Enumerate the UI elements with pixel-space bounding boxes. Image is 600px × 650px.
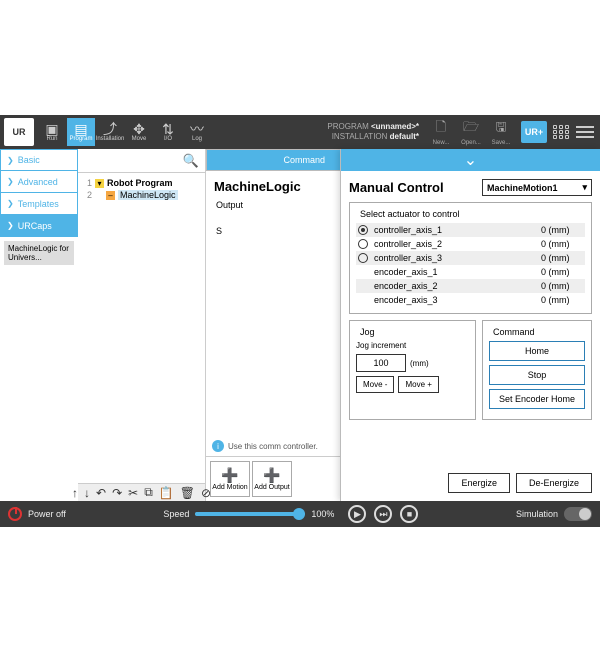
node-icon: – [106,191,115,200]
jog-increment-input[interactable]: 100 [356,354,406,372]
chevron-down-icon: ⌄ [464,150,477,170]
actuator-row: encoder_axis_10 (mm) [356,265,585,279]
simulation-toggle[interactable] [564,507,592,521]
de-energize-button[interactable]: De-Energize [516,473,592,493]
stop-button[interactable]: Stop [489,365,585,385]
actuator-row[interactable]: controller_axis_30 (mm) [356,251,585,265]
power-label: Power off [28,509,66,519]
sidebar-templates[interactable]: ❯Templates [0,193,78,215]
radio-icon[interactable] [358,253,368,263]
program-info: PROGRAM <unnamed>* INSTALLATION default* [327,122,419,143]
chevron-down-icon: ❯ [7,221,14,230]
paste-icon[interactable]: 📋 [159,486,174,500]
command-fieldset: Command Home Stop Set Encoder Home [482,320,592,420]
move-down-icon[interactable]: ↓ [84,486,90,500]
speed-label: Speed [163,509,189,519]
sidebar-basic[interactable]: ❯Basic [0,149,78,171]
copy-icon[interactable]: ⧉ [144,485,153,500]
sidebar-advanced[interactable]: ❯Advanced [0,171,78,193]
chevron-right-icon: ❯ [7,199,14,208]
file-new[interactable]: 🗋New... [431,119,451,145]
info-icon: i [212,440,224,452]
actuator-row: encoder_axis_30 (mm) [356,293,585,307]
nav-io[interactable]: ⇅I/O [154,118,182,146]
chevron-right-icon: ❯ [7,156,14,165]
file-open[interactable]: 🗁Open... [461,119,481,145]
urcap-machinelogic[interactable]: MachineLogic for Univers... [4,241,74,265]
jog-fieldset: Jog Jog increment 100(mm) Move - Move + [349,320,476,420]
undo-icon[interactable]: ↶ [96,486,106,500]
manual-control-panel: ⌄ Manual Control MachineMotion1▾ Select … [340,149,600,501]
set-encoder-home-button[interactable]: Set Encoder Home [489,389,585,409]
machine-select[interactable]: MachineMotion1▾ [482,179,592,196]
move-up-icon[interactable]: ↑ [72,486,78,500]
add-motion-button[interactable]: ➕Add Motion [210,461,250,497]
tree-row-node[interactable]: 2–MachineLogic [82,189,201,201]
redo-icon[interactable]: ↷ [112,486,122,500]
step-button[interactable]: ⏭ [374,505,392,523]
program-tree: 🔍 1▾Robot Program 2–MachineLogic ↑ ↓ ↶ ↷… [78,149,206,501]
footer-bar: Power off Speed 100% ▶ ⏭ ■ Simulation [0,501,600,527]
play-button[interactable]: ▶ [348,505,366,523]
nav-program[interactable]: ▤Program [67,118,95,146]
cut-icon[interactable]: ✂ [128,486,138,500]
home-button[interactable]: Home [489,341,585,361]
panel-collapse[interactable]: ⌄ [341,149,600,171]
energize-button[interactable]: Energize [448,473,510,493]
sidebar-urcaps[interactable]: ❯URCaps [0,215,78,237]
actuator-fieldset: Select actuator to control controller_ax… [349,202,592,314]
tree-toolbar: ↑ ↓ ↶ ↷ ✂ ⧉ 📋 🗑 ⊘ [78,483,205,501]
sidebar: ❯Basic ❯Advanced ❯Templates ❯URCaps Mach… [0,149,78,501]
stop-run-button[interactable]: ■ [400,505,418,523]
actuator-row: encoder_axis_20 (mm) [356,279,585,293]
nav-installation[interactable]: ⤴Installation [96,118,124,146]
actuator-row[interactable]: controller_axis_10 (mm) [356,223,585,237]
move-plus-button[interactable]: Move + [398,376,438,393]
panel-title: Manual Control [349,180,444,195]
suppress-icon[interactable]: ⊘ [201,486,211,500]
power-icon[interactable] [8,507,22,521]
simulation-label: Simulation [516,509,558,519]
nav-move[interactable]: ✥Move [125,118,153,146]
nav-log[interactable]: 〰Log [183,118,211,146]
nav-run[interactable]: ▣Run [38,118,66,146]
radio-icon[interactable] [358,239,368,249]
speed-value: 100% [311,509,334,519]
tree-row-root[interactable]: 1▾Robot Program [82,177,201,189]
dropdown-icon: ▾ [582,182,587,193]
move-minus-button[interactable]: Move - [356,376,394,393]
apps-grid-icon[interactable] [553,125,570,139]
radio-icon[interactable] [358,225,368,235]
chevron-right-icon: ❯ [7,177,14,186]
search-icon[interactable]: 🔍 [183,153,199,169]
expand-icon[interactable]: ▾ [95,179,104,188]
actuator-row[interactable]: controller_axis_20 (mm) [356,237,585,251]
file-save[interactable]: 🖫Save... [491,119,511,145]
urplus-button[interactable]: UR+ [521,121,547,143]
add-output-button[interactable]: ➕Add Output [252,461,292,497]
hamburger-menu-icon[interactable] [576,123,594,141]
ur-logo: UR [4,118,34,146]
delete-icon[interactable]: 🗑 [180,486,195,500]
top-bar: UR ▣Run ▤Program ⤴Installation ✥Move ⇅I/… [0,115,600,149]
speed-slider[interactable] [195,512,305,516]
